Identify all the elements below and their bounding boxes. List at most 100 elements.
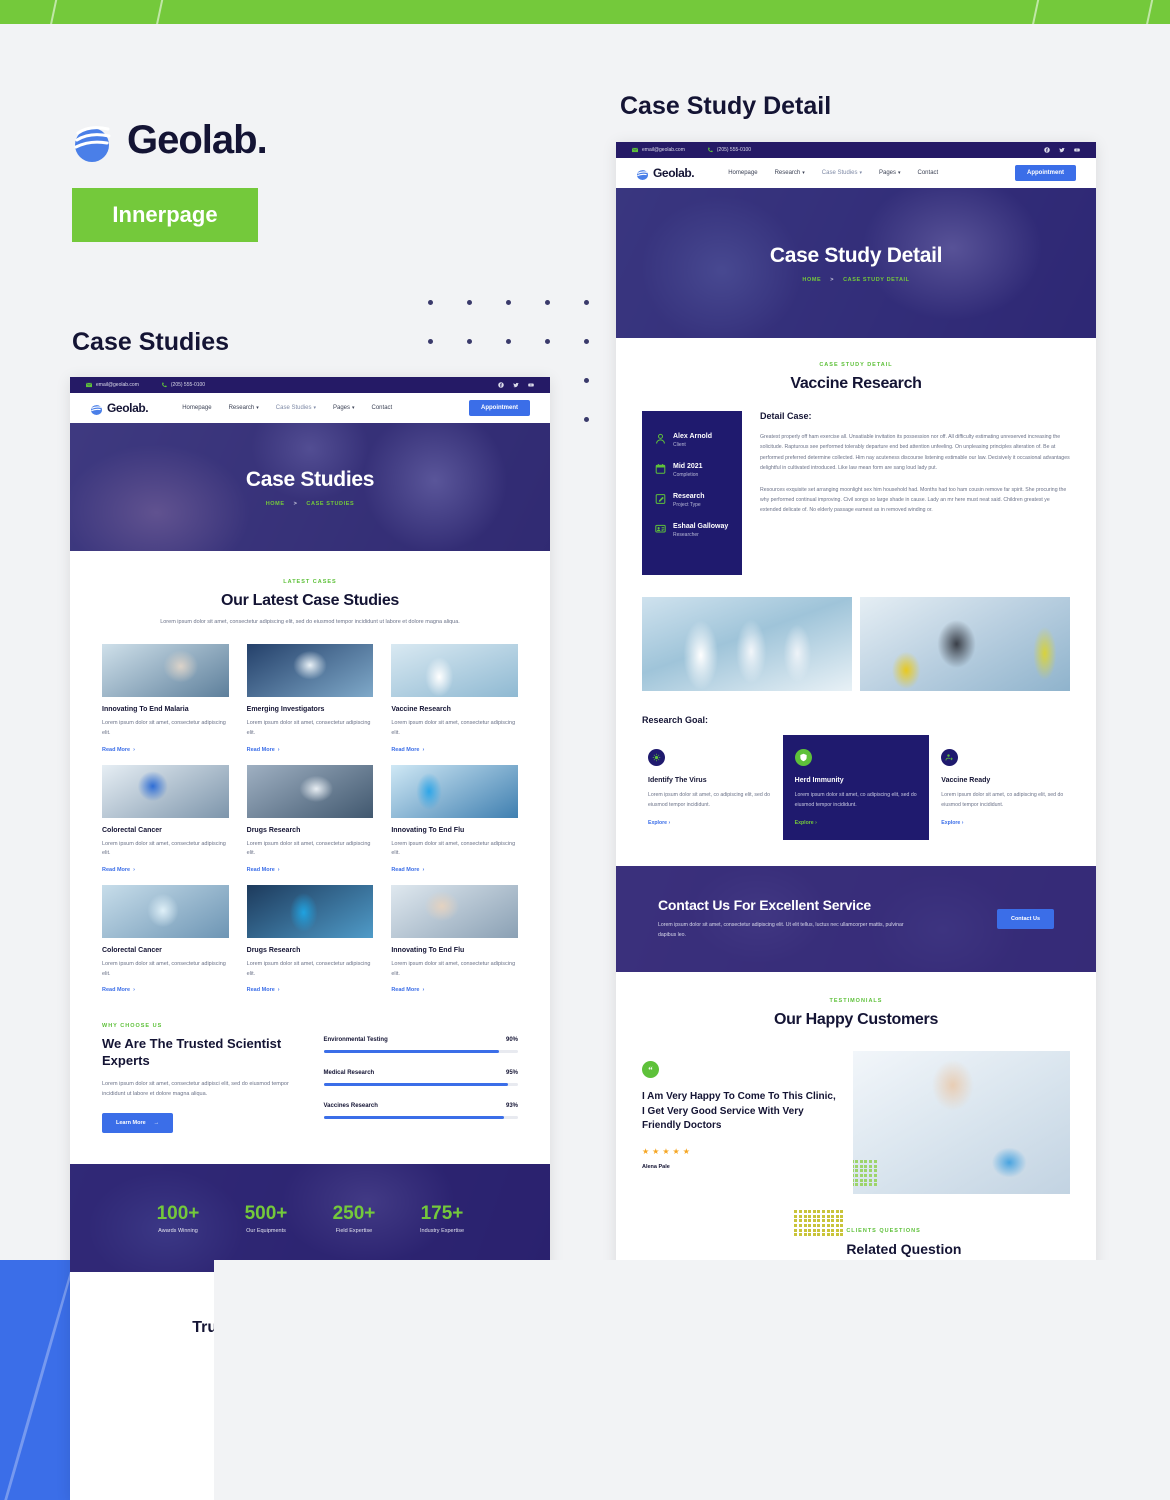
read-more-link[interactable]: Read More › bbox=[102, 867, 229, 873]
nav-item-contact[interactable]: Contact bbox=[372, 405, 393, 411]
accent-dot bbox=[803, 1224, 807, 1228]
accent-dot bbox=[798, 1224, 802, 1228]
project-info-value: Research bbox=[673, 493, 705, 500]
latest-cases-title: Our Latest Case Studies bbox=[220, 592, 400, 609]
explore-link[interactable]: Explore › bbox=[795, 820, 918, 826]
stat-label: Field Expertise bbox=[335, 1227, 373, 1234]
accent-dot bbox=[808, 1219, 812, 1223]
project-info-row: Research Project Type bbox=[655, 493, 729, 508]
topbar-phone[interactable]: (205) 555-0100 bbox=[161, 382, 205, 388]
case-study-card[interactable]: Drugs Research Lorem ipsum dolor sit amet… bbox=[246, 884, 374, 993]
star-icon: ★ bbox=[662, 1146, 670, 1156]
read-more-link[interactable]: Read More › bbox=[391, 987, 518, 993]
nav-item-pages[interactable]: Pages ▾ bbox=[333, 405, 355, 411]
accent-dot bbox=[831, 1224, 835, 1228]
twitter-icon[interactable] bbox=[513, 382, 519, 388]
nav-item-case-studies[interactable]: Case Studies ▾ bbox=[276, 405, 316, 411]
phone-icon bbox=[708, 147, 713, 153]
read-more-link[interactable]: Read More › bbox=[247, 747, 374, 753]
skill-value: 93% bbox=[505, 1103, 518, 1110]
twitter-icon[interactable] bbox=[1059, 147, 1065, 153]
read-more-link[interactable]: Read More › bbox=[247, 987, 374, 993]
accent-dot bbox=[808, 1210, 812, 1214]
topbar-phone[interactable]: (205) 555-0100 bbox=[707, 147, 751, 153]
case-study-card[interactable]: Innovating To End Malaria Lorem ipsum dol… bbox=[102, 644, 229, 753]
learn-more-button[interactable]: Learn More → bbox=[102, 1113, 174, 1134]
case-study-card[interactable]: Innovating To End Flu Lorem ipsum dolor s… bbox=[391, 764, 518, 873]
breadcrumb-home[interactable]: HOME bbox=[266, 501, 285, 507]
facebook-icon[interactable] bbox=[498, 382, 504, 388]
accent-dot bbox=[803, 1214, 807, 1218]
read-more-label: Read More bbox=[391, 866, 420, 873]
chevron-down-icon: ▾ bbox=[313, 405, 316, 411]
case-study-card[interactable]: Emerging Investigators Lorem ipsum dolor … bbox=[246, 644, 374, 753]
detail-eyebrow: CASE STUDY DETAIL bbox=[819, 362, 893, 368]
nav-item-homepage[interactable]: Homepage bbox=[182, 405, 211, 411]
chevron-right-icon: › bbox=[961, 820, 964, 827]
case-study-card[interactable]: Innovating To End Flu Lorem ipsum dolor s… bbox=[391, 884, 518, 993]
read-more-link[interactable]: Read More › bbox=[102, 987, 229, 993]
accent-dot bbox=[812, 1210, 816, 1214]
chevron-right-icon: › bbox=[133, 746, 135, 753]
topbar-email[interactable]: email@geolab.com bbox=[86, 382, 139, 388]
geolab-logo-icon bbox=[636, 167, 649, 180]
nav-item-homepage[interactable]: Homepage bbox=[728, 170, 757, 176]
case-study-card[interactable]: Vaccine Research Lorem ipsum dolor sit am… bbox=[391, 644, 518, 753]
read-more-label: Read More bbox=[246, 987, 275, 994]
nav-item-research[interactable]: Research ▾ bbox=[775, 170, 805, 176]
wave-lines-icon bbox=[91, 403, 102, 411]
testimonials-eyebrow: TESTIMONIALS bbox=[829, 998, 883, 1005]
project-info-row: Mid 2021 Completion bbox=[655, 463, 729, 478]
research-goal-card[interactable]: Identify The Virus Lorem ipsum dolor sit … bbox=[636, 735, 783, 840]
breadcrumb-separator: > bbox=[830, 276, 835, 283]
case-study-card-title: Innovating To End Malaria bbox=[102, 706, 189, 714]
topbar-email[interactable]: email@geolab.com bbox=[632, 147, 685, 153]
nav-item-case-studies[interactable]: Case Studies ▾ bbox=[822, 170, 862, 176]
accent-dot bbox=[826, 1233, 830, 1237]
testimonial-quote: I Am Very Happy To Come To This Clinic, … bbox=[642, 1091, 836, 1132]
contact-us-button[interactable]: Contact Us bbox=[996, 909, 1054, 930]
research-goal-card[interactable]: Herd Immunity Lorem ipsum dolor sit amet,… bbox=[782, 735, 930, 841]
breadcrumb-home[interactable]: HOME bbox=[802, 277, 821, 283]
virus-icon bbox=[652, 753, 661, 762]
case-study-card[interactable]: Colorectal Cancer Lorem ipsum dolor sit a… bbox=[102, 764, 229, 873]
nav-item-pages[interactable]: Pages ▾ bbox=[879, 170, 901, 176]
accent-dot bbox=[864, 1178, 868, 1182]
topbar: email@geolab.com (205) 555-0100 bbox=[616, 142, 1096, 158]
accent-dot bbox=[835, 1219, 839, 1223]
read-more-link[interactable]: Read More › bbox=[247, 867, 374, 873]
latest-cases-subtitle: Lorem ipsum dolor sit amet, consectetur … bbox=[160, 619, 460, 625]
skill-fill bbox=[323, 1083, 509, 1087]
project-info-label: Client bbox=[673, 442, 686, 448]
navbar-logo[interactable]: Geolab. bbox=[90, 401, 149, 415]
research-goal-card[interactable]: Vaccine Ready Lorem ipsum dolor sit amet,… bbox=[929, 735, 1076, 840]
explore-link[interactable]: Explore › bbox=[648, 820, 771, 826]
read-more-link[interactable]: Read More › bbox=[102, 747, 229, 753]
chevron-right-icon: › bbox=[422, 866, 425, 873]
case-study-card[interactable]: Drugs Research Lorem ipsum dolor sit amet… bbox=[246, 764, 374, 873]
skill-bar: Environmental Testing 90% bbox=[323, 1037, 518, 1054]
explore-link[interactable]: Explore › bbox=[941, 820, 1064, 826]
nav-item-label: Homepage bbox=[728, 170, 758, 176]
skill-track bbox=[323, 1050, 518, 1054]
nav-item-research[interactable]: Research ▾ bbox=[229, 405, 259, 411]
youtube-icon[interactable] bbox=[528, 382, 534, 388]
case-study-card-text: Lorem ipsum dolor sit amet, consectetur … bbox=[391, 840, 516, 857]
chevron-right-icon: › bbox=[277, 987, 280, 994]
facebook-icon[interactable] bbox=[1044, 147, 1050, 153]
goal-text: Lorem ipsum dolor sit amet, co adipiscin… bbox=[941, 792, 1064, 808]
appointment-button[interactable]: Appointment bbox=[469, 400, 530, 416]
case-study-card-image bbox=[246, 884, 374, 938]
research-goal-cards: Identify The Virus Lorem ipsum dolor sit … bbox=[616, 735, 1096, 841]
appointment-button[interactable]: Appointment bbox=[1015, 165, 1076, 181]
read-more-link[interactable]: Read More › bbox=[391, 747, 518, 753]
read-more-link[interactable]: Read More › bbox=[391, 867, 518, 873]
youtube-icon[interactable] bbox=[1074, 147, 1080, 153]
topbar-phone-text: (205) 555-0100 bbox=[170, 382, 206, 388]
why-text: Lorem ipsum dolor sit amet, consectetur … bbox=[102, 1080, 289, 1098]
case-study-card[interactable]: Colorectal Cancer Lorem ipsum dolor sit a… bbox=[102, 884, 229, 993]
accent-dot bbox=[821, 1228, 825, 1232]
cta-title: Contact Us For Excellent Service bbox=[658, 897, 872, 914]
navbar-logo[interactable]: Geolab. bbox=[636, 166, 695, 180]
nav-item-contact[interactable]: Contact bbox=[918, 170, 939, 176]
